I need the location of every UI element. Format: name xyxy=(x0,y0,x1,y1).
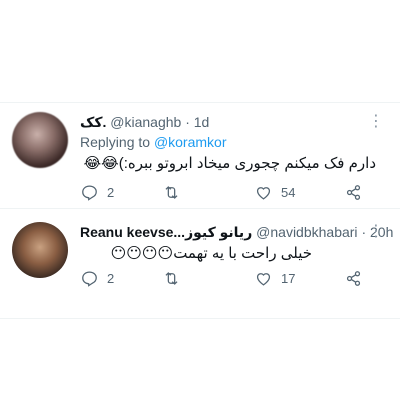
more-dots-icon[interactable]: ⋮ xyxy=(368,224,384,240)
reply-icon xyxy=(82,185,97,201)
heart-icon xyxy=(256,186,271,200)
like-button[interactable]: 54 xyxy=(254,183,344,202)
tweet-header: Reanu keevse...ریانو کیوز @navidbkhabari… xyxy=(80,222,393,242)
avatar[interactable] xyxy=(12,112,68,168)
top-divider xyxy=(0,102,400,103)
tweet-text: خیلی راحت با یه تهمت😶😶😶😶 xyxy=(110,245,312,262)
reply-button[interactable]: 2 xyxy=(80,183,162,202)
share-button[interactable] xyxy=(344,269,363,288)
like-button[interactable]: 17 xyxy=(254,269,344,288)
reply-count: 2 xyxy=(107,270,115,286)
share-button[interactable] xyxy=(344,183,363,202)
share-icon xyxy=(346,184,361,200)
tweet-divider xyxy=(0,208,400,209)
share-icon xyxy=(346,270,361,286)
tweet-1[interactable]: کک. @kianaghb · 1d ⋮ Replying to @koramk… xyxy=(0,112,400,212)
retweet-button[interactable] xyxy=(162,269,254,288)
user-handle[interactable]: @navidbkhabari xyxy=(256,224,357,240)
reply-count: 2 xyxy=(107,184,115,200)
replying-to-label: Replying to xyxy=(80,134,151,150)
tweet-2[interactable]: Reanu keevse...ریانو کیوز @navidbkhabari… xyxy=(0,222,400,312)
display-name[interactable]: Reanu keevse...ریانو کیوز xyxy=(80,224,252,240)
bottom-divider xyxy=(0,318,400,319)
separator-dot: · xyxy=(185,114,190,130)
like-count: 54 xyxy=(281,184,296,200)
reply-icon xyxy=(82,271,97,287)
replying-to: Replying to @koramkor xyxy=(80,132,227,152)
more-dots-icon[interactable]: ⋮ xyxy=(368,114,384,130)
display-name[interactable]: کک. xyxy=(80,114,106,130)
tweet-actions: 2 54 xyxy=(80,182,363,202)
user-handle[interactable]: @kianaghb xyxy=(110,114,181,130)
retweet-icon xyxy=(165,185,178,199)
timestamp[interactable]: 1d xyxy=(194,114,210,130)
tweet-header: کک. @kianaghb · 1d xyxy=(80,112,209,132)
separator-dot: · xyxy=(361,224,367,240)
replying-to-mention[interactable]: @koramkor xyxy=(154,134,227,150)
avatar[interactable] xyxy=(12,222,68,278)
retweet-icon xyxy=(165,271,178,285)
like-count: 17 xyxy=(281,270,296,286)
heart-icon xyxy=(256,272,271,286)
tweet-text: دارم فک میکنم چجوری میخاد ابروتو ببره:)😂… xyxy=(83,155,376,172)
retweet-button[interactable] xyxy=(162,183,254,202)
reply-button[interactable]: 2 xyxy=(80,269,162,288)
tweet-actions: 2 17 xyxy=(80,268,363,288)
